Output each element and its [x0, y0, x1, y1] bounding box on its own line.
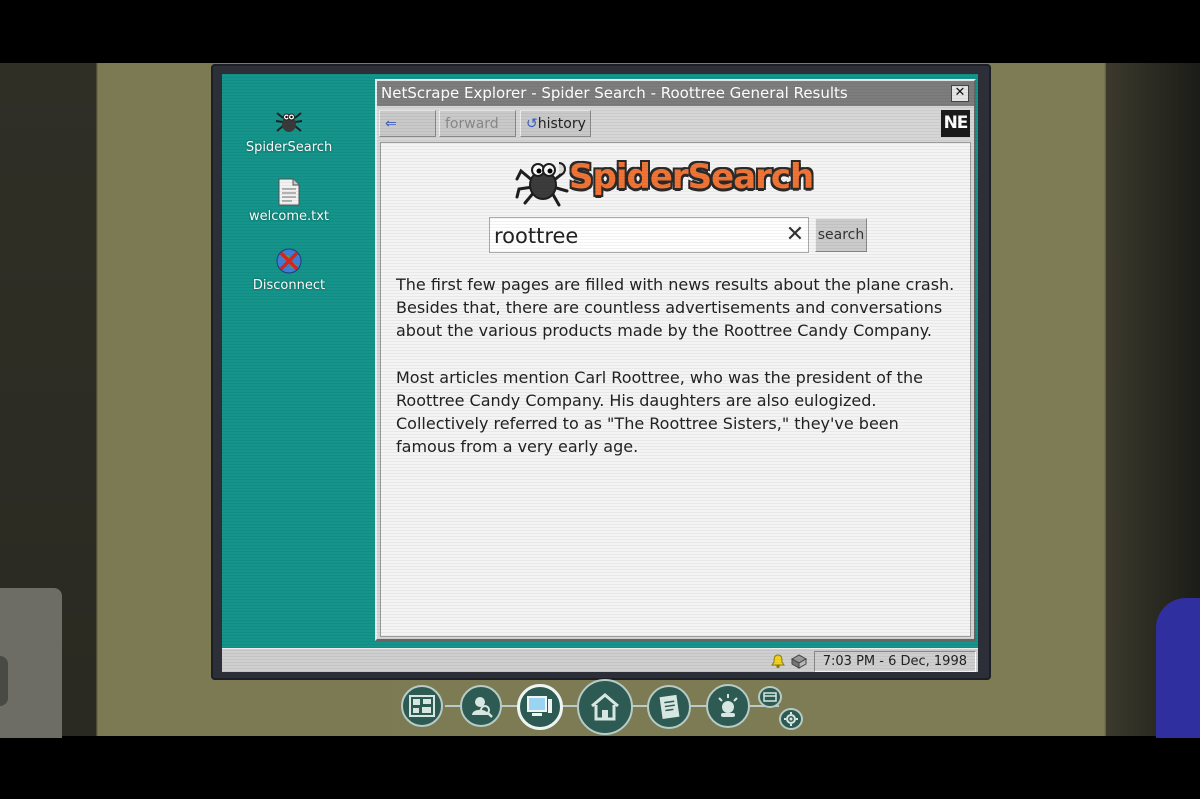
home-button[interactable] — [577, 679, 633, 735]
history-button[interactable]: ↺history — [520, 110, 591, 137]
result-paragraph-2: Most articles mention Carl Roottree, who… — [396, 368, 923, 456]
desk-object — [1156, 598, 1200, 738]
text-file-icon — [234, 177, 344, 207]
suspect-search-icon — [472, 697, 493, 718]
home-icon — [591, 693, 619, 721]
network-box-icon[interactable] — [790, 653, 808, 669]
browser-toolbar: ⇐ back forward ⇒ ↺history NE — [379, 109, 972, 158]
desktop-icon-spidersearch[interactable]: SpiderSearch — [234, 108, 344, 155]
forward-label: forward — [445, 116, 499, 132]
hint-button[interactable] — [706, 684, 750, 728]
desktop-icon-disconnect[interactable]: Disconnect — [234, 246, 344, 293]
settings-button[interactable] — [779, 708, 803, 730]
search-field[interactable]: ✕ — [489, 217, 809, 254]
window-title: NetScrape Explorer - Spider Search - Roo… — [381, 84, 848, 102]
page-content: SpiderSearch ✕ search The first few page… — [380, 142, 971, 637]
back-arrow-icon: ⇐ — [385, 116, 397, 132]
notebook-icon — [659, 694, 680, 720]
spider-icon — [234, 108, 344, 138]
search-button[interactable]: search — [815, 218, 867, 252]
history-icon: ↺ — [526, 116, 538, 132]
desk-speaker — [0, 588, 62, 738]
game-dock — [395, 676, 815, 738]
evidence-board-icon — [409, 695, 435, 717]
history-label: history — [537, 116, 586, 132]
notification-bell-icon[interactable] — [770, 653, 786, 669]
browser-logo: NE — [941, 110, 970, 137]
computer-button[interactable] — [517, 684, 563, 730]
disconnect-globe-icon — [234, 246, 344, 276]
clear-search-icon[interactable]: ✕ — [784, 221, 806, 249]
back-button[interactable]: ⇐ back — [379, 110, 436, 158]
spidersearch-logo: SpiderSearch — [513, 153, 853, 209]
browser-window: NetScrape Explorer - Spider Search - Roo… — [375, 79, 976, 641]
computer-icon — [527, 696, 552, 716]
result-paragraph-1: The first few pages are filled with news… — [396, 275, 955, 340]
desktop-icon-label: welcome.txt — [248, 209, 330, 224]
spider-mascot-icon — [515, 162, 569, 207]
card-icon — [763, 692, 777, 702]
system-tray: 7:03 PM - 6 Dec, 1998 — [770, 650, 976, 672]
desktop-icon-label: Disconnect — [252, 278, 326, 293]
card-button[interactable] — [758, 686, 782, 708]
forward-button[interactable]: forward ⇒ — [439, 110, 516, 158]
notebook-button[interactable] — [647, 685, 691, 729]
search-input[interactable] — [490, 218, 786, 254]
settings-gear-icon — [784, 712, 798, 726]
desktop-icon-welcome-txt[interactable]: welcome.txt — [234, 177, 344, 224]
monitor-screen: SpiderSearch welcome.txt Disconnect NetS… — [222, 74, 978, 672]
desktop-icon-label: SpiderSearch — [245, 140, 333, 155]
evidence-board-button[interactable] — [401, 685, 443, 727]
hint-icon — [718, 694, 738, 717]
taskbar: 7:03 PM - 6 Dec, 1998 — [222, 648, 978, 672]
close-button[interactable]: ✕ — [951, 85, 969, 102]
suspect-search-button[interactable] — [460, 685, 502, 727]
window-titlebar[interactable]: NetScrape Explorer - Spider Search - Roo… — [377, 81, 974, 106]
taskbar-clock: 7:03 PM - 6 Dec, 1998 — [813, 650, 976, 672]
logo-text: SpiderSearch — [569, 157, 814, 197]
